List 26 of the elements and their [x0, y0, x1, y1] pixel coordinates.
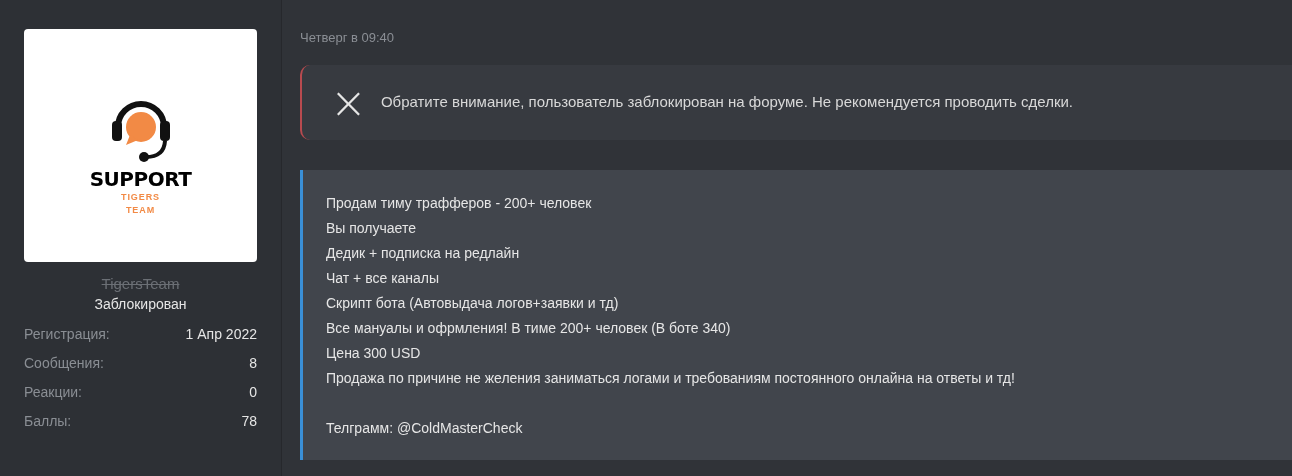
stat-value: 8 — [249, 354, 257, 373]
logo-subtitle: TEAM — [125, 203, 156, 217]
logo-title: SUPPORT — [89, 166, 192, 191]
post-date[interactable]: Четверг в 09:40 — [300, 28, 1292, 48]
username[interactable]: TigersTeam — [24, 274, 257, 294]
stat-label: Сообщения: — [24, 354, 104, 373]
post-line: Продажа по причине не желения заниматься логами и требованиям постоянного онлайна на ответы и тд! — [326, 369, 1016, 388]
post-line: Цена 300 USD — [326, 344, 422, 363]
close-icon: × — [330, 80, 367, 125]
stat-value: 1 Апр 2022 — [185, 325, 257, 344]
stat-label: Баллы: — [24, 412, 72, 431]
post-line: Продам тиму трафферов - 200+ человек — [326, 194, 593, 213]
post-line: Все мануалы и офрмления! В тиме 200+ человек (В боте 340) — [326, 319, 732, 338]
stat-label: Реакции: — [24, 383, 82, 402]
avatar[interactable]: SUPPORT TIGERS TEAM — [24, 29, 257, 262]
post-contact: Телграмм: @ColdMasterCheck — [326, 419, 524, 438]
post-line: Вы получаете — [326, 219, 417, 238]
post-line: Дедик + подписка на редлайн — [326, 244, 521, 263]
stat-value: 0 — [249, 383, 257, 402]
stat-label: Регистрация: — [24, 325, 110, 344]
logo-subtitle: TIGERS — [121, 190, 160, 204]
post-line: Скрипт бота (Автовыдача логов+заявки и тд) — [326, 294, 620, 313]
user-status: Заблокирован — [93, 295, 188, 314]
stat-value: 78 — [241, 412, 257, 431]
warning-text: Обратите внимание, пользователь заблокирован на форуме. Не рекомендуется проводить сделки. — [380, 92, 1074, 113]
post-line: Чат + все каналы — [326, 269, 441, 288]
